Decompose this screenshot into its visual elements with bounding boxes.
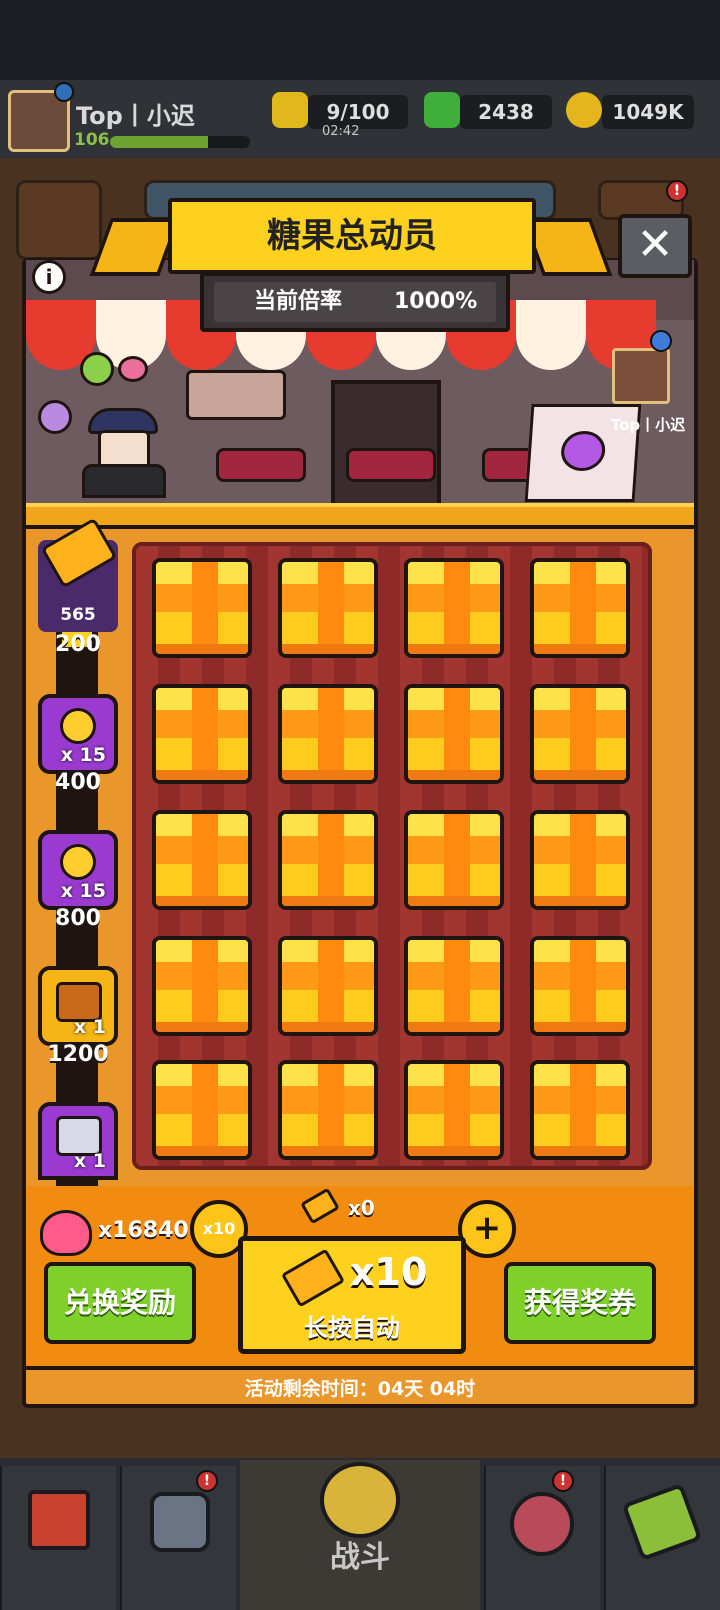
- gift-box[interactable]: [278, 558, 378, 658]
- gift-box[interactable]: [278, 936, 378, 1036]
- gift-box[interactable]: [278, 684, 378, 784]
- pass-ticket-icon: [621, 1482, 703, 1562]
- gem-icon[interactable]: [424, 92, 460, 128]
- milestone-count: x 1: [73, 1016, 106, 1038]
- energy-icon: [272, 92, 308, 128]
- gift-box[interactable]: [530, 810, 630, 910]
- nav-shop[interactable]: [0, 1466, 116, 1610]
- xp-bar: [110, 136, 250, 148]
- candy-icon: [559, 431, 607, 471]
- coin-icon[interactable]: [566, 92, 602, 128]
- nav-skills[interactable]: [484, 1466, 600, 1610]
- draw-subtitle: 长按自动: [304, 1314, 400, 1342]
- gift-box[interactable]: [152, 810, 252, 910]
- rival-name: Top丨小迟: [610, 416, 686, 434]
- info-button[interactable]: i: [32, 260, 66, 294]
- game-screen: Top丨小迟 106 9/100 02:42 2438 1049K ! i To…: [0, 0, 720, 1610]
- drink-fridge: [331, 380, 441, 510]
- heart-icon: [40, 1210, 92, 1256]
- key-icon: [60, 844, 96, 880]
- candy-icon: [118, 356, 148, 382]
- rate-box: 当前倍率 1000%: [200, 272, 510, 332]
- avatar-badge-icon: [54, 82, 74, 102]
- gift-box[interactable]: [152, 684, 252, 784]
- rate-value: 1000%: [394, 289, 478, 314]
- gift-box[interactable]: [278, 1060, 378, 1160]
- milestone-reward-s-chest[interactable]: x 1: [38, 1102, 118, 1180]
- milestone-score: 200: [55, 632, 101, 657]
- gift-box[interactable]: [530, 558, 630, 658]
- rival-avatar[interactable]: [612, 348, 670, 404]
- gift-box[interactable]: [530, 1060, 630, 1160]
- rate-display: 当前倍率 1000%: [214, 282, 496, 322]
- gift-box[interactable]: [152, 558, 252, 658]
- event-title-ribbon: 糖果总动员: [168, 198, 536, 274]
- ticket-count: x0: [348, 1196, 375, 1220]
- shopkeeper-character: [70, 408, 180, 498]
- milestone-reward-key[interactable]: x 15: [38, 694, 118, 774]
- event-timer: 活动剩余时间：04天 04时: [244, 1378, 476, 1400]
- alert-badge-icon: !: [552, 1470, 574, 1492]
- coin-value: 1049K: [602, 95, 694, 129]
- alert-badge-icon: !: [666, 180, 688, 202]
- rate-label: 当前倍率: [254, 289, 343, 314]
- milestone-count: x 1: [73, 1150, 106, 1172]
- add-ticket-button[interactable]: +: [458, 1200, 516, 1258]
- milestone-score: 800: [55, 906, 101, 931]
- gift-box[interactable]: [404, 810, 504, 910]
- shop-counter: [26, 503, 694, 529]
- stool: [346, 448, 436, 482]
- xp-bar-fill: [110, 136, 208, 148]
- stool: [216, 448, 306, 482]
- close-button[interactable]: ✕: [618, 214, 692, 278]
- gem-value: 2438: [460, 95, 552, 129]
- gift-box[interactable]: [278, 810, 378, 910]
- event-title: 糖果总动员: [267, 216, 437, 256]
- milestone-count: x 15: [60, 880, 106, 902]
- gift-box[interactable]: [404, 1060, 504, 1160]
- gift-box[interactable]: [404, 936, 504, 1036]
- gift-box[interactable]: [530, 936, 630, 1036]
- alert-badge-icon: !: [196, 1470, 218, 1492]
- candy-icon: [80, 352, 114, 386]
- menu-button[interactable]: [16, 180, 102, 260]
- shop-icon: [28, 1490, 90, 1550]
- energy-timer: 02:42: [322, 124, 360, 139]
- gift-box[interactable]: [530, 684, 630, 784]
- heart-count: x16840: [98, 1218, 189, 1243]
- rival-badge-icon: [650, 330, 672, 352]
- milestone-reward-key[interactable]: x 15: [38, 830, 118, 910]
- key-icon: [60, 708, 96, 744]
- nav-battle-label: 战斗: [330, 1540, 390, 1575]
- milestone-reward-chest[interactable]: x 1: [38, 966, 118, 1046]
- ticket-icon: [280, 1248, 346, 1308]
- gift-box[interactable]: [152, 1060, 252, 1160]
- milestone-count: x 15: [60, 744, 106, 766]
- exchange-reward-button[interactable]: 兑换奖励: [44, 1262, 196, 1344]
- get-tickets-button[interactable]: 获得奖券: [504, 1262, 656, 1344]
- awning-stripe: [516, 300, 586, 370]
- ticket-count-top: 565: [60, 605, 96, 625]
- player-level: 106: [74, 130, 110, 150]
- cups-shelf: [186, 370, 286, 420]
- player-name: Top丨小迟: [76, 102, 195, 130]
- nav-equipment[interactable]: [120, 1466, 236, 1610]
- gift-box[interactable]: [404, 684, 504, 784]
- gift-box[interactable]: [404, 558, 504, 658]
- gift-box[interactable]: [152, 936, 252, 1036]
- candy-icon: [38, 400, 72, 434]
- nav-pass[interactable]: [604, 1466, 720, 1610]
- milestone-score: 400: [55, 770, 101, 795]
- status-bar: [0, 0, 720, 80]
- armor-icon: [150, 1492, 210, 1552]
- skills-orb-icon: [510, 1492, 574, 1556]
- milestone-score: 1200: [47, 1042, 109, 1067]
- battle-star-icon: [320, 1462, 400, 1538]
- draw-multiplier: x10: [350, 1250, 428, 1294]
